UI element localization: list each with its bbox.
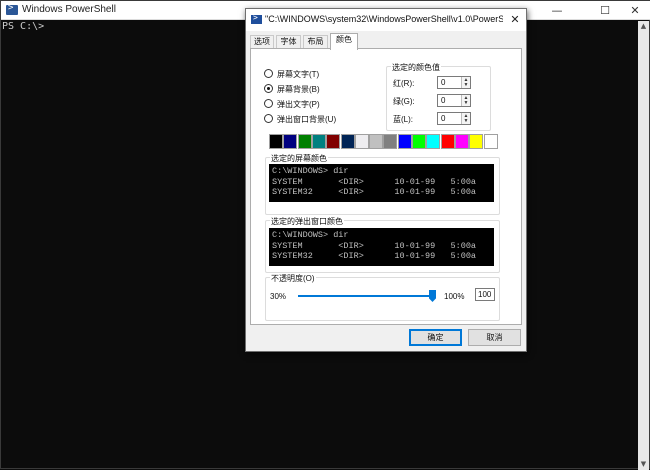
slider-fill <box>298 295 436 297</box>
tab-options[interactable]: 选项 <box>250 35 274 49</box>
blue-stepper[interactable]: 0 ▲ ▼ <box>437 112 471 125</box>
opacity-min-label: 30% <box>270 292 287 301</box>
opacity-group: 不透明度(O) 30% 100% 100 <box>265 273 500 321</box>
powershell-icon: > <box>6 3 18 15</box>
color-palette <box>269 134 499 150</box>
tab-font[interactable]: 字体 <box>276 35 301 49</box>
radio-label: 弹出文字(P) <box>277 100 320 109</box>
color-swatch[interactable] <box>369 134 384 149</box>
color-swatch[interactable] <box>454 134 469 149</box>
color-swatch[interactable] <box>354 134 369 149</box>
popup-colors-preview: C:\WINDOWS> dir SYSTEM <DIR> 10-01-99 5:… <box>269 228 494 266</box>
dialog-title-bar[interactable]: > "C:\WINDOWS\system32\WindowsPowerShell… <box>246 9 526 31</box>
radio-label: 屏幕文字(T) <box>277 70 320 79</box>
blue-row: 蓝(L): 0 ▲ ▼ <box>387 112 490 125</box>
scroll-down-icon[interactable]: ▼ <box>638 459 649 470</box>
scroll-up-icon[interactable]: ▲ <box>638 21 649 32</box>
popup-colors-group: 选定的弹出窗口颜色 C:\WINDOWS> dir SYSTEM <DIR> 1… <box>265 216 500 273</box>
dialog-close-button[interactable]: ✕ <box>506 11 524 29</box>
color-swatch[interactable] <box>397 134 412 149</box>
close-button[interactable]: ✕ <box>620 1 650 20</box>
selected-color-group: 选定的颜色值 红(R): 0 ▲ ▼ 绿(G): 0 ▲ ▼ 蓝(L): 0 ▲… <box>386 62 491 131</box>
blue-value[interactable]: 0 <box>441 114 445 123</box>
color-swatch[interactable] <box>426 134 441 149</box>
green-row: 绿(G): 0 ▲ ▼ <box>387 94 490 107</box>
vertical-scrollbar[interactable]: ▲ ▼ <box>638 21 649 470</box>
color-swatch[interactable] <box>297 134 312 149</box>
tab-layout[interactable]: 布局 <box>303 35 328 49</box>
blue-label: 蓝(L): <box>393 115 413 124</box>
group-label: 选定的颜色值 <box>391 62 441 73</box>
powershell-window: > Windows PowerShell — ☐ ✕ PS C:\> ▲ ▼ >… <box>0 0 650 470</box>
green-stepper[interactable]: 0 ▲ ▼ <box>437 94 471 107</box>
opacity-slider[interactable] <box>298 290 436 302</box>
screen-colors-preview: C:\WINDOWS> dir SYSTEM <DIR> 10-01-99 5:… <box>269 164 494 202</box>
radio-button[interactable] <box>264 69 273 78</box>
spin-down-icon[interactable]: ▼ <box>461 118 470 124</box>
radio-label: 屏幕背景(B) <box>277 85 320 94</box>
green-value[interactable]: 0 <box>441 96 445 105</box>
spin-down-icon[interactable]: ▼ <box>461 100 470 106</box>
color-swatch[interactable] <box>269 134 283 149</box>
spin-down-icon[interactable]: ▼ <box>461 82 470 88</box>
cancel-button[interactable]: 取消 <box>468 329 521 346</box>
red-label: 红(R): <box>393 79 415 88</box>
color-swatch[interactable] <box>412 134 426 149</box>
window-title: Windows PowerShell <box>22 4 116 15</box>
group-label: 选定的弹出窗口颜色 <box>270 216 344 227</box>
color-swatch[interactable] <box>340 134 355 149</box>
group-label: 不透明度(O) <box>270 273 316 284</box>
radio-label: 弹出窗口背景(U) <box>277 115 337 124</box>
red-value[interactable]: 0 <box>441 78 445 87</box>
color-swatch[interactable] <box>483 134 498 149</box>
radio-button[interactable] <box>264 99 273 108</box>
green-label: 绿(G): <box>393 97 415 106</box>
color-swatch[interactable] <box>440 134 455 149</box>
dialog-title: "C:\WINDOWS\system32\WindowsPowerShell\v… <box>265 14 503 24</box>
red-row: 红(R): 0 ▲ ▼ <box>387 76 490 89</box>
color-swatch[interactable] <box>383 134 398 149</box>
tab-colors[interactable]: 颜色 <box>330 33 358 50</box>
colors-panel: 屏幕文字(T) 屏幕背景(B) 弹出文字(P) 弹出窗口背景(U) 选定的颜色值… <box>250 48 522 325</box>
radio-button-selected[interactable] <box>264 84 273 93</box>
slider-thumb[interactable] <box>429 290 436 302</box>
screen-colors-group: 选定的屏幕颜色 C:\WINDOWS> dir SYSTEM <DIR> 10-… <box>265 153 500 215</box>
opacity-max-label: 100% <box>444 292 465 301</box>
group-label: 选定的屏幕颜色 <box>270 153 328 164</box>
red-stepper[interactable]: 0 ▲ ▼ <box>437 76 471 89</box>
color-swatch[interactable] <box>283 134 298 149</box>
color-swatch[interactable] <box>469 134 484 149</box>
maximize-button[interactable]: ☐ <box>590 1 620 20</box>
properties-dialog: > "C:\WINDOWS\system32\WindowsPowerShell… <box>245 8 527 352</box>
radio-button[interactable] <box>264 114 273 123</box>
color-swatch[interactable] <box>326 134 341 149</box>
powershell-icon: > <box>251 13 262 24</box>
opacity-value-field[interactable]: 100 <box>475 288 495 301</box>
color-swatch[interactable] <box>311 134 326 149</box>
minimize-button[interactable]: — <box>542 1 572 20</box>
ok-button[interactable]: 确定 <box>409 329 462 346</box>
